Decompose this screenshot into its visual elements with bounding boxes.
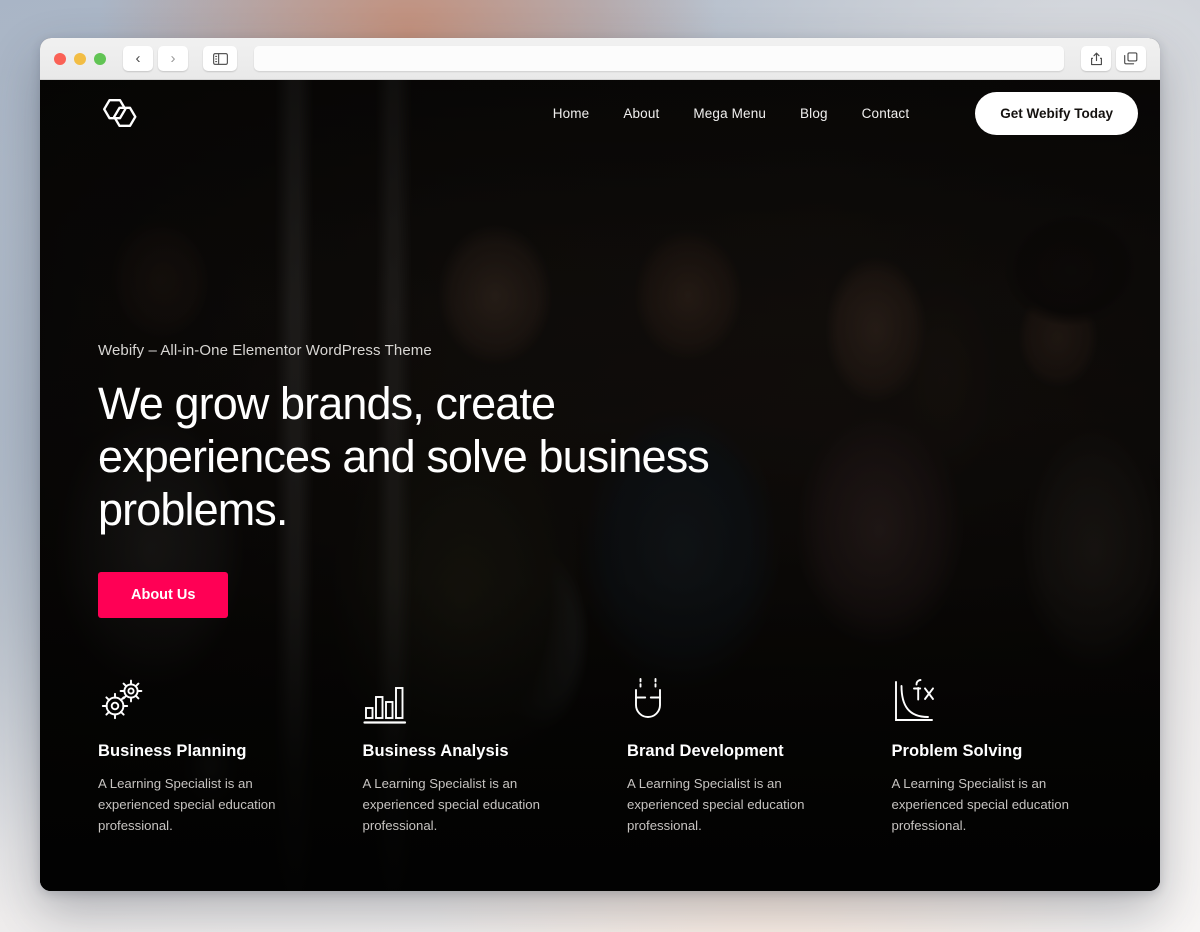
site-logo-link[interactable] [98, 98, 144, 128]
sidebar-toggle-button[interactable] [203, 46, 237, 71]
browser-window: ‹ › Home About Mega Menu Blog Contact Ge… [40, 38, 1160, 891]
browser-toolbar: ‹ › [40, 38, 1160, 80]
maximize-window-button[interactable] [94, 52, 106, 65]
window-traffic-lights [54, 52, 106, 65]
website-viewport: Home About Mega Menu Blog Contact Get We… [40, 80, 1160, 891]
feature-title: Problem Solving [891, 742, 1023, 760]
chevron-right-icon: › [170, 50, 176, 67]
function-curve-fx-icon [894, 679, 934, 721]
feature-item-business-planning: Business Planning A Learning Specialist … [98, 676, 327, 836]
about-us-button[interactable]: About Us [98, 572, 229, 618]
minimize-window-button[interactable] [74, 52, 86, 65]
nav-item-mega-menu[interactable]: Mega Menu [693, 106, 766, 121]
main-navigation: Home About Mega Menu Blog Contact Get We… [553, 91, 1138, 135]
nav-item-about[interactable]: About [623, 106, 659, 121]
feature-title: Business Planning [98, 742, 247, 760]
nav-item-blog[interactable]: Blog [800, 106, 828, 121]
share-icon [1090, 52, 1102, 65]
toolbar-actions [1081, 46, 1146, 71]
feature-title: Business Analysis [362, 742, 509, 760]
feature-description: A Learning Specialist is an experienced … [627, 776, 805, 833]
site-header: Home About Mega Menu Blog Contact Get We… [40, 80, 1160, 146]
nav-item-contact[interactable]: Contact [862, 106, 910, 121]
back-button[interactable]: ‹ [123, 46, 153, 71]
sidebar-icon [212, 52, 228, 65]
magnet-icon [635, 678, 661, 718]
address-bar-input[interactable] [254, 46, 1064, 71]
tabs-overview-icon [1124, 52, 1138, 65]
hero-headline: We grow brands, create experiences and s… [98, 378, 710, 535]
bar-chart-icon [362, 687, 406, 724]
tabs-overview-button[interactable] [1116, 46, 1146, 71]
feature-item-brand-development: Brand Development A Learning Specialist … [627, 676, 856, 836]
feature-title: Brand Development [627, 742, 784, 760]
feature-item-business-analysis: Business Analysis A Learning Specialist … [363, 676, 592, 836]
desktop-backdrop: ‹ › Home About Mega Menu Blog Contact Ge… [0, 0, 1200, 932]
get-webify-today-button[interactable]: Get Webify Today [975, 91, 1138, 135]
share-button[interactable] [1081, 46, 1111, 71]
feature-item-problem-solving: Problem Solving A Learning Specialist is… [892, 676, 1121, 836]
gears-icon [101, 679, 143, 720]
feature-description: A Learning Specialist is an experienced … [362, 776, 540, 833]
nav-item-home[interactable]: Home [553, 106, 590, 121]
navigation-buttons: ‹ › [123, 46, 188, 71]
forward-button[interactable]: › [158, 46, 188, 71]
hero-content: Webify – All-in-One Elementor WordPress … [98, 342, 738, 618]
feature-list: Business Planning A Learning Specialist … [98, 676, 1120, 836]
close-window-button[interactable] [54, 52, 66, 65]
feature-description: A Learning Specialist is an experienced … [891, 776, 1069, 833]
feature-description: A Learning Specialist is an experienced … [98, 776, 276, 833]
webify-hexagon-logo [103, 99, 137, 127]
chevron-left-icon: ‹ [135, 50, 141, 67]
hero-eyebrow-text: Webify – All-in-One Elementor WordPress … [98, 342, 432, 359]
